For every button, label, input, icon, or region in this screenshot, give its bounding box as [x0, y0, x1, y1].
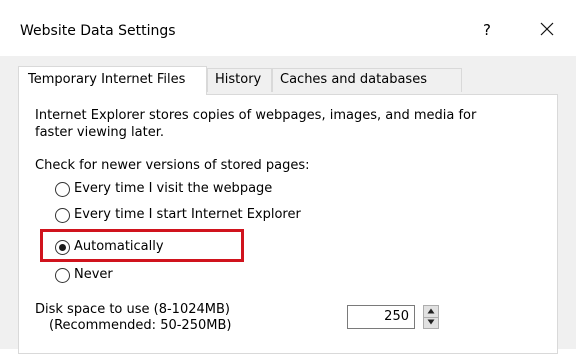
disk-space-label: Disk space to use (8-1024MB) — [35, 302, 230, 317]
check-newer-label: Check for newer versions of stored pages… — [35, 158, 310, 173]
disk-space-recommended: (Recommended: 50-250MB) — [49, 318, 232, 333]
tab-history[interactable]: History — [207, 68, 272, 92]
radio-every-start[interactable]: Every time I start Internet Explorer — [55, 205, 301, 225]
radio-never[interactable]: Never — [55, 265, 113, 285]
radio-label: Every time I visit the webpage — [74, 181, 273, 196]
highlight-box — [40, 229, 244, 262]
close-button[interactable] — [534, 18, 560, 42]
window-title: Website Data Settings — [20, 23, 176, 39]
arrow-down-icon — [427, 319, 435, 325]
radio-label: Never — [74, 267, 113, 282]
radio-button[interactable] — [55, 181, 70, 197]
tab-panel: Internet Explorer stores copies of webpa… — [18, 94, 558, 354]
title-bar: Website Data Settings ? — [0, 0, 576, 56]
website-data-settings-dialog: Website Data Settings ? Temporary Intern… — [0, 0, 576, 354]
radio-button[interactable] — [55, 207, 70, 223]
tab-temporary-internet-files[interactable]: Temporary Internet Files — [18, 66, 207, 95]
radio-label: Every time I start Internet Explorer — [74, 207, 301, 222]
radio-every-visit[interactable]: Every time I visit the webpage — [55, 179, 272, 199]
description-text: Internet Explorer stores copies of webpa… — [35, 108, 477, 140]
spin-down-button[interactable] — [424, 317, 438, 328]
close-icon — [540, 22, 554, 36]
tab-caches-and-databases[interactable]: Caches and databases — [272, 68, 462, 92]
disk-space-input[interactable]: 250 — [347, 305, 415, 329]
arrow-up-icon — [427, 308, 435, 314]
disk-space-stepper — [423, 305, 439, 329]
help-button[interactable]: ? — [476, 18, 498, 42]
radio-button[interactable] — [55, 267, 70, 283]
